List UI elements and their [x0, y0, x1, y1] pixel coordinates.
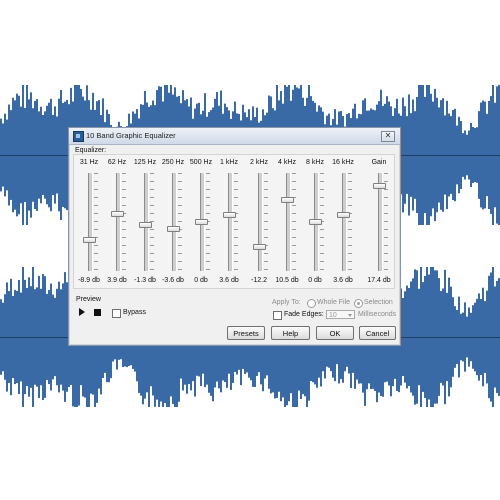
milliseconds-label: Milliseconds [358, 311, 397, 318]
selection-radio[interactable] [354, 299, 363, 308]
band-slider-track[interactable] [172, 173, 177, 271]
band-slider-ticks [234, 173, 238, 271]
preview-label: Preview [76, 296, 101, 303]
band-slider-thumb[interactable] [83, 237, 96, 244]
ok-button[interactable]: OK [316, 326, 354, 340]
band-slider-track[interactable] [286, 173, 291, 271]
fade-edges-checkbox[interactable] [273, 311, 282, 320]
band-slider-ticks [94, 173, 98, 271]
band-slider-ticks [348, 173, 352, 271]
band-slider-thumb[interactable] [139, 221, 152, 228]
band-slider-track[interactable] [258, 173, 263, 271]
band-value-label: 17.4 db [367, 277, 391, 284]
band-slider-track[interactable] [88, 173, 93, 271]
band-frequency-label: Gain [371, 159, 387, 166]
band-slider-thumb[interactable] [281, 197, 294, 204]
band-slider-thumb[interactable] [167, 226, 180, 233]
band-frequency-label: 1 kHz [220, 159, 238, 166]
whole-file-label: Whole File [317, 299, 351, 306]
equalizer-dialog: 10 Band Graphic Equalizer ✕ Equalizer: 3… [68, 127, 401, 346]
equalizer-label: Equalizer: [75, 147, 107, 154]
band-value-label: 3.6 db [333, 277, 353, 284]
window-title: 10 Band Graphic Equalizer [86, 131, 176, 140]
band-slider-ticks [292, 173, 296, 271]
whole-file-radio[interactable] [307, 299, 316, 308]
band-value-label: 3.6 db [219, 277, 239, 284]
band-slider-ticks [178, 173, 182, 271]
band-slider-ticks [264, 173, 268, 271]
stop-icon[interactable] [94, 309, 101, 316]
fade-edges-select[interactable]: 10 [326, 310, 355, 319]
band-slider-thumb[interactable] [195, 219, 208, 225]
fade-edges-label: Fade Edges: [284, 311, 324, 318]
help-button[interactable]: Help [271, 326, 310, 340]
band-slider-thumb[interactable] [337, 211, 350, 218]
band-frequency-label: 16 kHz [332, 159, 354, 166]
band-slider-thumb[interactable] [223, 211, 236, 218]
band-slider-track[interactable] [228, 173, 233, 271]
bypass-label: Bypass [123, 309, 146, 316]
band-slider-thumb[interactable] [373, 183, 386, 190]
selection-label: Selection [364, 299, 393, 306]
cancel-button[interactable]: Cancel [359, 326, 396, 340]
app-icon [73, 131, 84, 142]
presets-button[interactable]: Presets [227, 326, 265, 340]
band-slider-thumb[interactable] [253, 244, 266, 250]
band-slider-track[interactable] [116, 173, 121, 271]
band-slider-thumb[interactable] [309, 219, 322, 225]
close-button[interactable]: ✕ [381, 131, 395, 142]
bypass-checkbox[interactable] [112, 309, 121, 318]
band-slider-track[interactable] [342, 173, 347, 271]
play-icon[interactable] [79, 308, 85, 316]
apply-to-label: Apply To: [272, 299, 301, 306]
band-slider-ticks [122, 173, 126, 271]
band-slider-thumb[interactable] [111, 211, 124, 217]
title-bar[interactable]: 10 Band Graphic Equalizer ✕ [69, 128, 400, 145]
